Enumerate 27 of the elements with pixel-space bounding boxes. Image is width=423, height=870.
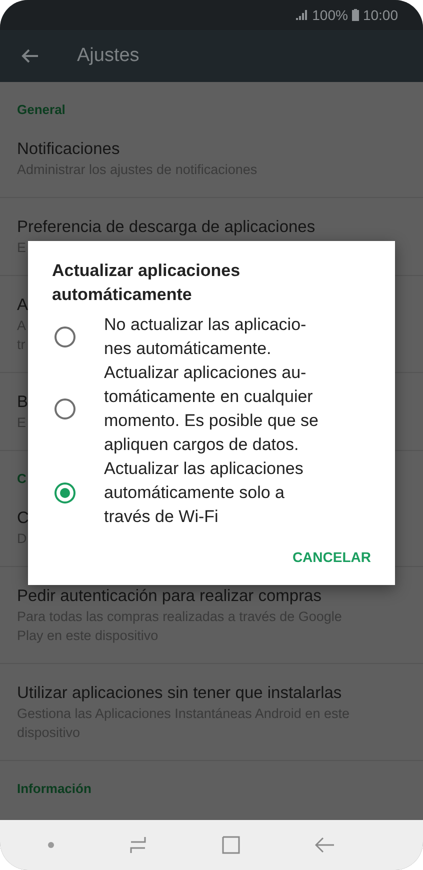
- radio-button[interactable]: [54, 326, 76, 348]
- section-header: General: [17, 102, 66, 119]
- back-icon[interactable]: [21, 48, 39, 64]
- battery-icon: [352, 9, 359, 21]
- signal-icon: [296, 10, 308, 20]
- home-icon[interactable]: [222, 836, 240, 854]
- dot-icon[interactable]: [48, 842, 54, 848]
- recent-apps-icon[interactable]: [128, 836, 147, 854]
- screen-title: Ajustes: [77, 45, 140, 67]
- option-label[interactable]: No actualizar las aplicacio- nes automáticamente.: [104, 313, 306, 361]
- item-title: Utilizar aplicaciones sin tener que instalarlas: [17, 684, 342, 702]
- item-title: C: [17, 509, 29, 527]
- item-title: Preferencia de descarga de aplicaciones: [17, 218, 316, 236]
- section-header: C: [17, 471, 26, 488]
- item-title: Pedir autenticación para realizar compras: [17, 587, 322, 605]
- radio-button[interactable]: [54, 398, 76, 420]
- option-label[interactable]: Actualizar aplicaciones au- tomáticamente en cualquier momento. Es posible que se apliquen cargos de datos.: [104, 361, 319, 457]
- option-label[interactable]: Actualizar las aplicaciones automáticamente solo a través de Wi-Fi: [104, 457, 304, 529]
- back-icon[interactable]: [315, 837, 336, 853]
- radio-button[interactable]: [54, 482, 76, 504]
- item-title: B: [17, 393, 28, 411]
- battery-percent: 100%: [312, 7, 348, 23]
- dialog-title: Actualizar aplicaciones automáticamente: [52, 260, 242, 306]
- item-title: Notificaciones: [17, 140, 120, 158]
- section-header: Información: [17, 781, 92, 798]
- clock: 10:00: [362, 7, 398, 23]
- item-title: A: [17, 296, 28, 314]
